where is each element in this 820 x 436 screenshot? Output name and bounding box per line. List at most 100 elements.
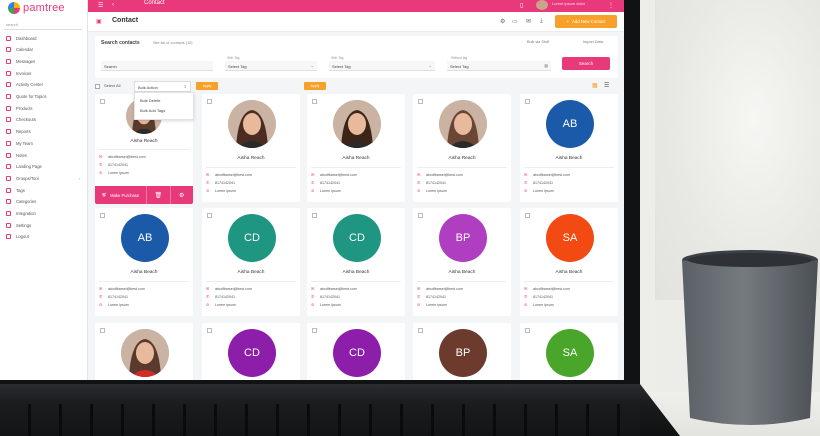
bulk-link[interactable]: Bulk via Stuff	[527, 40, 549, 44]
filter-value-2: Select Tag	[332, 64, 351, 69]
contact-checkbox[interactable]	[525, 328, 530, 333]
contact-checkbox[interactable]	[418, 328, 423, 333]
chevron-updown-icon: ⇕	[183, 84, 187, 89]
contact-card[interactable]: BP	[413, 323, 511, 380]
contact-card[interactable]: CD Aisha Beach ✉ abcdfbarsei@best.com ✆ 81741…	[307, 208, 405, 316]
sidebar-item[interactable]: Messages	[6, 56, 84, 66]
contact-email[interactable]: ✉ abcdfbarsei@best.com	[311, 286, 357, 291]
menu-icon[interactable]: ☰	[98, 2, 103, 9]
apply-button-1[interactable]: Apply	[196, 82, 218, 90]
sidebar-item[interactable]: Settings	[6, 220, 84, 230]
sidebar-item[interactable]: Tags	[6, 185, 84, 195]
dropdown-item-bulk-delete[interactable]: Bulk Delete	[140, 98, 160, 103]
contact-card[interactable]: Aisha Reach ✉ abcdfbarsei@best.com ✆ 8174142…	[307, 94, 405, 202]
contact-checkbox[interactable]	[418, 213, 423, 218]
sidebar-item[interactable]: Activity Center	[6, 80, 84, 90]
sidebar-item[interactable]: Reports	[6, 127, 84, 137]
contact-card[interactable]: Aisha Reach ✉ abcdfbarsei@best.com ✆ 8174142…	[413, 94, 511, 202]
make-purchase-button[interactable]: 🛒︎ Make Purchase	[95, 186, 147, 204]
contact-checkbox[interactable]	[207, 328, 212, 333]
sidebar-search-input[interactable]: search	[4, 22, 82, 30]
dropdown-item-bulk-add-tags[interactable]: Bulk Add Tags	[140, 108, 165, 113]
contact-card[interactable]: CD Aisha Beach ✉ abcdfbarsei@best.com ✆ 81741…	[202, 208, 300, 316]
contact-email[interactable]: ✉ abcdfbarsei@best.com	[417, 286, 463, 291]
import-link[interactable]: Import Data	[583, 40, 603, 44]
contact-initials: CD	[244, 232, 260, 244]
contact-checkbox[interactable]	[525, 213, 530, 218]
contact-note-text: Lorem ipsum	[426, 302, 447, 307]
contact-note: ⊘ Lorem ipsum	[99, 170, 129, 175]
contact-card[interactable]: CD	[202, 323, 300, 380]
sidebar-item[interactable]: Landing Page	[6, 162, 84, 172]
notification-icon[interactable]: ▯	[520, 2, 523, 9]
contact-email[interactable]: ✉ abcdfbarsei@best.com	[417, 172, 463, 177]
search-button[interactable]: Search	[562, 57, 610, 70]
contact-card[interactable]	[95, 323, 193, 380]
filter-select-2[interactable]: Select Tag ⌄	[329, 61, 435, 71]
download-icon[interactable]: ⤓	[540, 18, 543, 25]
settings-icon[interactable]: ⚙	[500, 18, 505, 25]
chat-icon[interactable]: ▭	[512, 18, 518, 25]
contact-card[interactable]: SA Aisha Beach ✉ abcdfbarsei@best.com ✆ 81741…	[520, 208, 618, 316]
sidebar-item[interactable]: Integration	[6, 209, 84, 219]
contact-checkbox[interactable]	[207, 99, 212, 104]
sidebar-item[interactable]: Groups/Tool ›	[6, 173, 84, 183]
contact-checkbox[interactable]	[100, 99, 105, 104]
sidebar-item[interactable]: Invoices	[6, 68, 84, 78]
coffee-mug	[682, 250, 818, 425]
sidebar-item[interactable]: Dashboard	[6, 33, 84, 43]
bulk-action-dropdown: Bulk Delete Bulk Add Tags	[134, 92, 194, 120]
back-icon[interactable]: ‹	[112, 2, 114, 8]
contact-card[interactable]: AB Aisha Beach ✉ abcdfbarsei@best.com ✆ 81741…	[95, 208, 193, 316]
sidebar-item[interactable]: Categories	[6, 197, 84, 207]
contact-checkbox[interactable]	[312, 328, 317, 333]
contact-email[interactable]: ✉ abcdfbarsei@lbest.com	[99, 154, 146, 159]
grid-view-icon[interactable]: ▦	[592, 82, 598, 89]
contact-email[interactable]: ✉ abcdfbarsei@best.com	[99, 286, 145, 291]
settings-button[interactable]: ⚙	[171, 186, 194, 204]
sidebar-item[interactable]: Quote for Topics	[6, 92, 84, 102]
filter-select-3[interactable]: Select Tag ▦	[447, 61, 551, 71]
card-divider	[524, 281, 614, 282]
contact-checkbox[interactable]	[100, 213, 105, 218]
user-avatar[interactable]	[536, 0, 548, 10]
sidebar-item[interactable]: Checkouts	[6, 115, 84, 125]
contact-email[interactable]: ✉ abcdfbarsei@best.com	[206, 172, 252, 177]
sidebar-item[interactable]: Products	[6, 103, 84, 113]
card-divider	[417, 281, 507, 282]
contact-card[interactable]: AB Aisha Beach ✉ abcdfbarsei@best.com ✆ 81741…	[520, 94, 618, 202]
select-all-checkbox[interactable]	[95, 84, 100, 89]
contact-email[interactable]: ✉ abcdfbarsei@best.com	[524, 172, 570, 177]
contact-card[interactable]: SA	[520, 323, 618, 380]
contact-checkbox[interactable]	[100, 328, 105, 333]
sidebar-item[interactable]: Calendar	[6, 45, 84, 55]
contact-email[interactable]: ✉ abcdfbarsei@best.com	[206, 286, 252, 291]
delete-button[interactable]: 🗑︎	[147, 186, 171, 204]
contact-email[interactable]: ✉ abcdfbarsei@best.com	[311, 172, 357, 177]
app-logo[interactable]: pamtree	[8, 0, 65, 16]
sidebar-item[interactable]: Logout	[6, 232, 84, 242]
contact-checkbox[interactable]	[207, 213, 212, 218]
add-contact-button[interactable]: + Add New Contact	[555, 15, 617, 28]
contact-email[interactable]: ✉ abcdfbarsei@best.com	[524, 286, 570, 291]
sidebar-item[interactable]: Notes	[6, 150, 84, 160]
contact-name: Aisha Beach	[555, 270, 583, 275]
contact-checkbox[interactable]	[312, 213, 317, 218]
list-view-icon[interactable]: ☰	[604, 82, 609, 89]
contact-card[interactable]: BP Aisha Beach ✉ abcdfbarsei@best.com ✆ 81741…	[413, 208, 511, 316]
apply-button-2[interactable]: Apply	[304, 82, 326, 90]
search-panel: Search contacts Site list of contacts (1…	[95, 36, 618, 78]
more-icon[interactable]: ⋮	[608, 2, 614, 9]
contact-checkbox[interactable]	[525, 99, 530, 104]
card-actions: 🛒︎ Make Purchase 🗑︎ ⚙	[95, 186, 193, 204]
bulk-action-select[interactable]: Bulk Action ⇕	[134, 81, 191, 92]
contact-checkbox[interactable]	[418, 99, 423, 104]
contact-card[interactable]: CD	[307, 323, 405, 380]
search-input[interactable]: Search	[101, 61, 213, 71]
filter-select-1[interactable]: Select Tag ⌄	[225, 61, 317, 71]
contact-checkbox[interactable]	[312, 99, 317, 104]
mail-icon[interactable]: ✉	[526, 18, 531, 25]
sidebar-item[interactable]: My Team	[6, 138, 84, 148]
contact-card[interactable]: Aisha Reach ✉ abcdfbarsei@best.com ✆ 8174142…	[202, 94, 300, 202]
contact-note: ⊘ Lorem ipsum	[417, 188, 447, 193]
